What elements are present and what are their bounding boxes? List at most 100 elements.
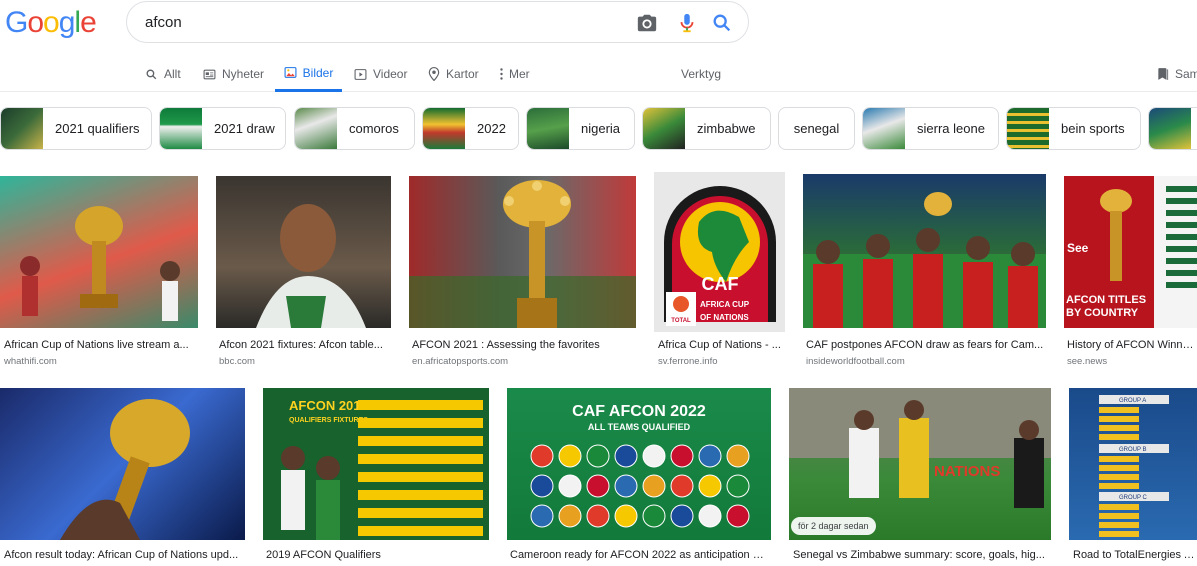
caf-logo: CAF AFRICA CUP OF NATIONS TOTAL: [664, 186, 776, 326]
chip-nigeria[interactable]: nigeria: [526, 107, 635, 150]
trophy-icon: [60, 399, 190, 540]
svg-text:OF NATIONS: OF NATIONS: [700, 313, 749, 322]
search-icon[interactable]: [711, 12, 733, 34]
map-pin-icon: [428, 67, 440, 81]
result-source: see.news: [1067, 356, 1108, 367]
chip-label: bein sports: [1061, 121, 1125, 136]
result-source: bbc.com: [219, 356, 255, 367]
flag-icon: [726, 444, 750, 468]
tab-label: Kartor: [446, 67, 479, 81]
camera-icon[interactable]: [636, 12, 658, 34]
flag-icon: [726, 504, 750, 528]
tab-videos[interactable]: Videor: [354, 56, 407, 92]
tab-label: Nyheter: [222, 67, 265, 81]
flag-icon: [614, 474, 638, 498]
saved-label: Sam: [1175, 67, 1197, 81]
chip-more[interactable]: [1148, 107, 1197, 150]
result-title[interactable]: African Cup of Nations live stream a...: [4, 339, 196, 351]
search-input[interactable]: [145, 12, 625, 32]
chip-thumbnail: [643, 108, 685, 149]
group-a-text: GROUP A: [1119, 398, 1146, 404]
result-title[interactable]: Afcon 2021 fixtures: Afcon table...: [219, 339, 389, 351]
all-teams-text: ALL TEAMS QUALIFIED: [588, 422, 691, 432]
infographic: See AFCON TITLESBY COUNTRY: [1066, 176, 1197, 328]
tab-label: Allt: [164, 67, 181, 81]
chip-thumbnail: [863, 108, 905, 149]
video-icon: [354, 68, 367, 80]
chip-senegal[interactable]: senegal: [778, 107, 855, 150]
bookmark-icon: [1158, 68, 1169, 80]
flag-icon: [586, 474, 610, 498]
flag-icon: [698, 474, 722, 498]
result-image-5[interactable]: [803, 174, 1046, 328]
flag-icon: [530, 444, 554, 468]
result-source: sv.ferrone.info: [658, 356, 718, 367]
result-title[interactable]: History of AFCON Winners ...: [1067, 339, 1197, 351]
caf-afcon-2022-text: CAF AFCON 2022: [572, 403, 706, 420]
flag-icon: [726, 474, 750, 498]
chip-thumbnail: [1007, 108, 1049, 149]
result-image-8[interactable]: AFCON 2019 QUALIFIERS FIXTURES: [263, 388, 489, 540]
related-search-chips: 2021 qualifiers 2021 draw comoros 2022 n…: [0, 107, 1197, 151]
chip-2021-qualifiers[interactable]: 2021 qualifiers: [0, 107, 152, 150]
tools-label: Verktyg: [681, 67, 722, 81]
result-image-11[interactable]: GROUP A GROUP B GROUP C: [1069, 388, 1197, 540]
chip-comoros[interactable]: comoros: [294, 107, 415, 150]
google-logo[interactable]: Google: [5, 6, 97, 40]
result-title[interactable]: Road to TotalEnergies AF...: [1073, 549, 1197, 561]
saved-button[interactable]: Sam: [1157, 56, 1197, 92]
result-image-4[interactable]: CAF AFRICA CUP OF NATIONS TOTAL: [654, 172, 785, 332]
flag-icon: [586, 444, 610, 468]
result-title[interactable]: Senegal vs Zimbabwe summary: score, goal…: [793, 549, 1048, 561]
result-image-10[interactable]: OF NATIONS för 2 dagar sedan: [789, 388, 1051, 540]
result-image-6[interactable]: See AFCON TITLES BY COUNTRY: [1064, 176, 1197, 328]
chip-thumbnail: [295, 108, 337, 149]
result-source: whathifi.com: [4, 356, 57, 367]
flag-icon: [586, 504, 610, 528]
chip-2022[interactable]: 2022: [422, 107, 519, 150]
flag-icon: [642, 504, 666, 528]
result-title[interactable]: Cameroon ready for AFCON 2022 as anticip…: [510, 549, 768, 561]
result-title[interactable]: AFCON 2021 : Assessing the favorites: [412, 339, 634, 351]
chip-thumbnail: [1149, 108, 1191, 149]
afcon2019-text: AFCON 2019: [289, 398, 368, 413]
see-logo-text: See: [1067, 241, 1089, 255]
flag-icon: [698, 444, 722, 468]
trophy-icon: [409, 180, 636, 328]
microphone-icon[interactable]: [676, 12, 698, 34]
flag-icon: [670, 474, 694, 498]
fixtures-infographic: AFCON 2019 QUALIFIERS FIXTURES: [281, 398, 483, 540]
tab-maps[interactable]: Kartor: [428, 56, 479, 92]
result-title[interactable]: CAF postpones AFCON draw as fears for Ca…: [806, 339, 1044, 351]
tools-button[interactable]: Verktyg: [681, 56, 721, 92]
result-title[interactable]: Afcon result today: African Cup of Natio…: [4, 549, 244, 561]
images-icon: [284, 67, 297, 78]
chip-bein-sports[interactable]: bein sports: [1006, 107, 1141, 150]
tab-all[interactable]: Allt: [145, 56, 181, 92]
groups-infographic: GROUP A GROUP B GROUP C: [1099, 395, 1169, 537]
chip-zimbabwe[interactable]: zimbabwe: [642, 107, 771, 150]
result-title[interactable]: 2019 AFCON Qualifiers: [266, 549, 486, 561]
tab-more[interactable]: Mer: [499, 56, 530, 92]
chip-2021-draw[interactable]: 2021 draw: [159, 107, 286, 150]
flag-icon: [530, 504, 554, 528]
chip-sierra-leone[interactable]: sierra leone: [862, 107, 999, 150]
result-image-7[interactable]: [0, 388, 245, 540]
chip-label: 2021 qualifiers: [55, 121, 140, 136]
result-image-1[interactable]: [0, 176, 198, 328]
svg-text:BY COUNTRY: BY COUNTRY: [1066, 307, 1139, 319]
tab-news[interactable]: Nyheter: [203, 56, 264, 92]
svg-text:AFRICA CUP: AFRICA CUP: [700, 300, 750, 309]
result-image-2[interactable]: [216, 176, 391, 328]
result-title[interactable]: Africa Cup of Nations - ...: [658, 339, 784, 351]
flag-icon: [642, 444, 666, 468]
more-vert-icon: [500, 68, 503, 80]
search-icon: [146, 68, 157, 79]
svg-text:AFCON TITLES: AFCON TITLES: [1066, 294, 1146, 306]
search-box: [126, 1, 749, 43]
flag-icon: [670, 504, 694, 528]
result-image-9[interactable]: CAF AFCON 2022 ALL TEAMS QUALIFIED: [507, 388, 771, 540]
tab-images[interactable]: Bilder: [275, 56, 342, 92]
result-image-3[interactable]: [409, 176, 636, 328]
tab-label: Mer: [509, 67, 530, 81]
